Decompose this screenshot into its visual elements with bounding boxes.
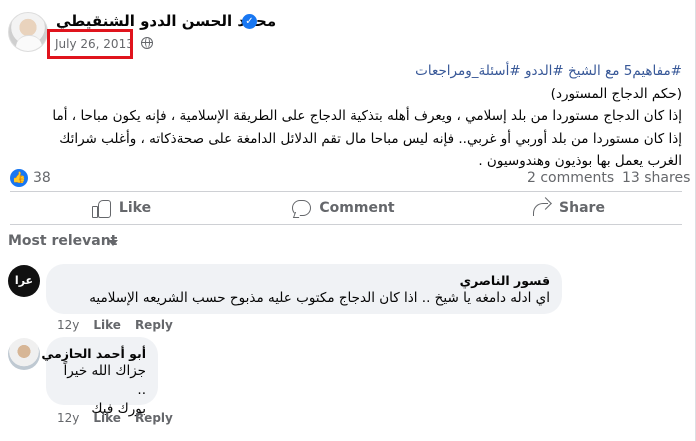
comment-reply-link[interactable]: Reply — [135, 318, 173, 332]
shares-count[interactable]: 13 shares — [622, 170, 690, 186]
commenter-name[interactable]: قسور الناصري — [58, 272, 550, 289]
comment-sort-dropdown[interactable]: Most relevant — [8, 233, 117, 249]
reaction-count[interactable]: 38 — [33, 170, 51, 186]
like-button[interactable]: Like — [10, 193, 232, 223]
share-icon — [531, 198, 551, 218]
comment-bubble: أبو أحمد الحازمي جزاك الله خيراً .. بورك… — [41, 337, 158, 417]
commenter-name[interactable]: أبو أحمد الحازمي — [41, 345, 146, 362]
comment-button[interactable]: Comment — [232, 193, 454, 223]
comments-count[interactable]: 2 comments — [527, 170, 614, 186]
post-body-line: إذا كان الدجاج مستوردا من بلد إسلامي ، و… — [52, 108, 682, 124]
comment-time[interactable]: 12y — [57, 411, 79, 425]
comment-icon — [291, 198, 312, 218]
comment-reply-link[interactable]: Reply — [135, 411, 173, 425]
share-button[interactable]: Share — [454, 193, 682, 223]
like-reaction-icon[interactable]: 👍 — [10, 169, 28, 187]
post-body: #مفاهيم5 مع الشيخ #الددو #أسئلة_ومراجعات… — [10, 60, 682, 173]
divider — [10, 191, 682, 192]
globe-icon[interactable] — [141, 37, 153, 49]
comment-like-link[interactable]: Like — [93, 411, 121, 425]
comment-meta: 12y Like Reply — [57, 318, 173, 332]
share-button-label: Share — [559, 200, 605, 216]
commenter-avatar[interactable]: عرا — [8, 265, 40, 297]
like-button-label: Like — [118, 200, 152, 216]
comment-meta: 12y Like Reply — [57, 411, 173, 425]
author-avatar[interactable] — [8, 12, 48, 52]
post-hashtags[interactable]: #مفاهيم5 مع الشيخ #الددو #أسئلة_ومراجعات — [10, 60, 682, 83]
chevron-down-icon[interactable] — [108, 240, 118, 246]
comment-button-label: Comment — [319, 200, 395, 216]
comment-text: اي ادله دامغه يا شيخ .. اذا كان الدجاج م… — [89, 290, 550, 306]
comment-text: جزاك الله خيراً .. — [63, 363, 146, 398]
reactions-row: 👍 38 2 comments 13 shares — [10, 168, 690, 188]
verified-badge-icon: ✓ — [242, 14, 257, 29]
date-highlight-box — [47, 29, 133, 59]
divider — [10, 224, 682, 225]
facebook-post: محمد الحسن الددو الشنقيطي ✓ July 26, 201… — [0, 0, 696, 441]
commenter-avatar[interactable] — [8, 338, 40, 370]
thumbs-up-icon — [91, 198, 111, 218]
post-body-line: إذا كان مستوردا من بلد أوربي أو غربي.. ف… — [59, 130, 682, 147]
comment-time[interactable]: 12y — [57, 318, 79, 332]
comment-bubble: قسور الناصري اي ادله دامغه يا شيخ .. اذا… — [46, 264, 562, 314]
post-title-line: (حكم الدجاج المستورد) — [550, 85, 682, 102]
comment-like-link[interactable]: Like — [93, 318, 121, 332]
